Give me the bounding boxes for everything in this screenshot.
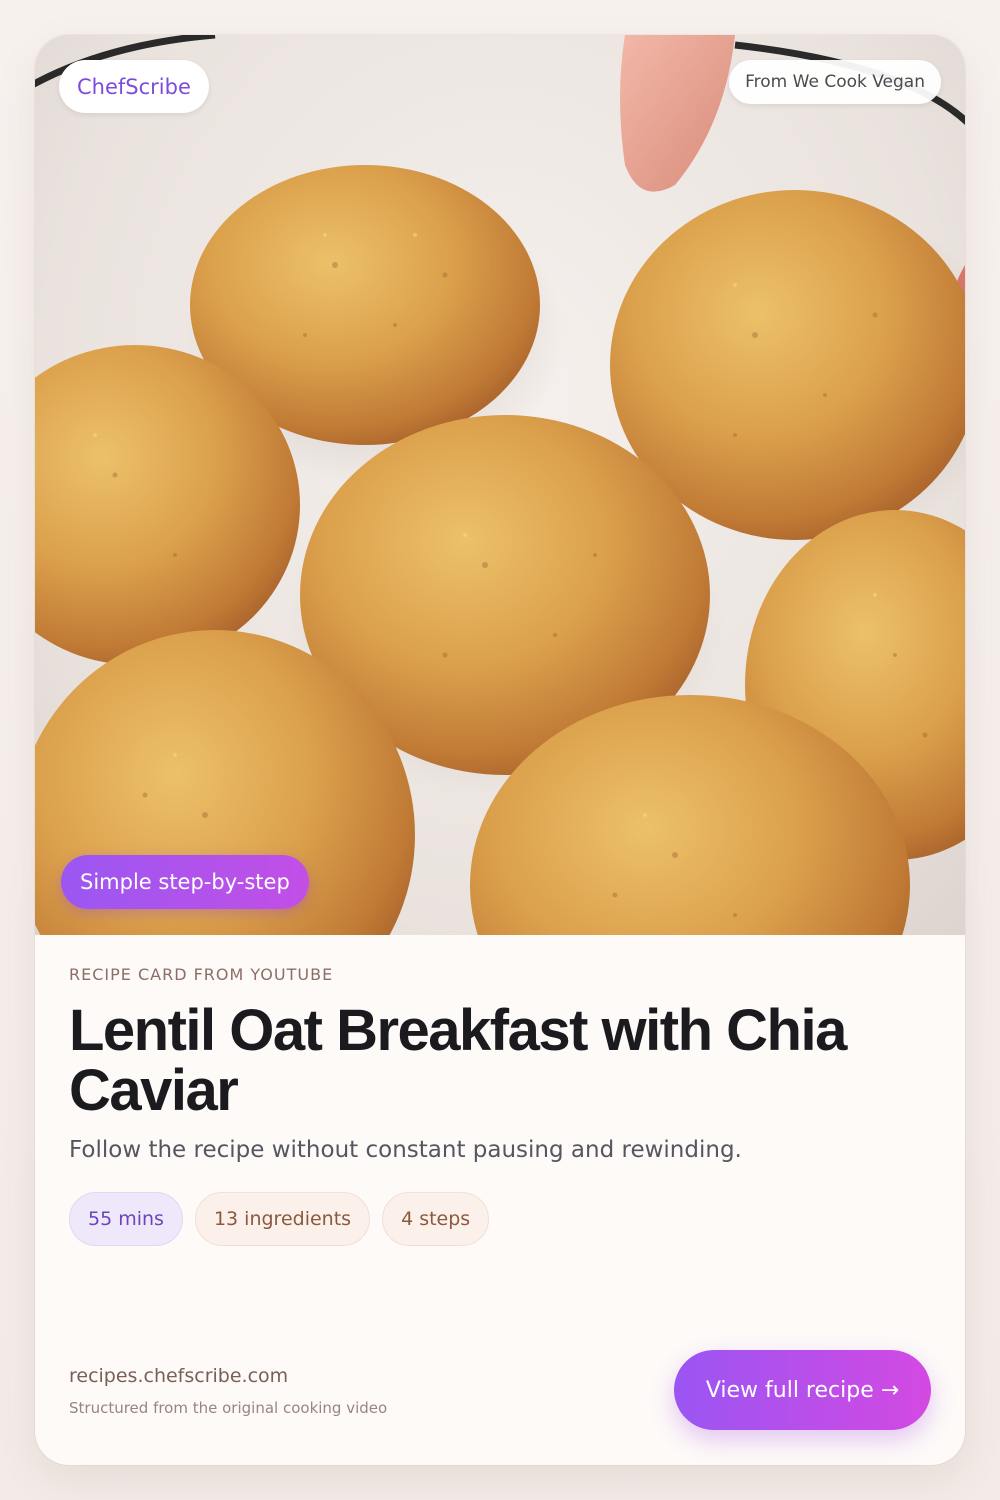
view-full-recipe-label: View full recipe → [705,1377,900,1403]
ingredients-chip-label: 13 ingredients [213,1208,352,1230]
brand-badge[interactable]: ChefScribe [59,60,209,113]
recipe-meta-chips: 55 mins 13 ingredients 4 steps [69,1192,490,1246]
view-full-recipe-button[interactable]: View full recipe → [674,1350,931,1430]
recipe-card: ChefScribe From We Cook Vegan Simple ste… [35,35,965,1465]
footer-note: Structured from the original cooking vid… [69,1399,388,1417]
recipe-eyebrow: RECIPE CARD FROM YOUTUBE [69,965,334,984]
source-badge[interactable]: From We Cook Vegan [729,60,941,104]
ingredients-chip: 13 ingredients [194,1192,371,1246]
steps-chip-label: 4 steps [401,1208,471,1230]
recipe-subtitle: Follow the recipe without constant pausi… [69,1137,742,1163]
step-by-step-label: Simple step-by-step [80,870,290,894]
steps-chip: 4 steps [382,1192,490,1246]
recipe-title: Lentil Oat Breakfast with Chia Caviar [69,998,847,1123]
food-photo [35,35,965,935]
hero-image: ChefScribe From We Cook Vegan Simple ste… [35,35,965,935]
brand-name: ChefScribe [77,74,191,99]
source-label: From We Cook Vegan [745,72,925,92]
time-chip-label: 55 mins [88,1208,164,1230]
time-chip: 55 mins [69,1192,183,1246]
step-by-step-badge: Simple step-by-step [61,855,309,909]
footer-url[interactable]: recipes.chefscribe.com [69,1365,288,1387]
